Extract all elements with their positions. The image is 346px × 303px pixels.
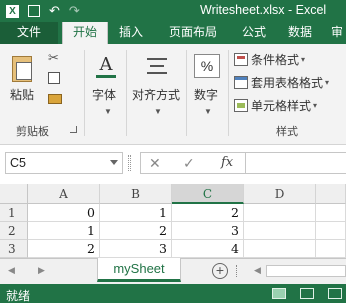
cell-d2[interactable] (244, 222, 316, 240)
row-header-1[interactable]: 1 (0, 204, 28, 222)
tab-formulas[interactable]: 公式 (236, 22, 272, 44)
column-header-b[interactable]: B (100, 184, 172, 204)
format-painter-icon[interactable] (48, 94, 62, 104)
paste-button[interactable]: 粘贴 (6, 52, 40, 102)
page-break-view-icon[interactable] (328, 288, 342, 299)
number-label: 数字 (194, 88, 219, 102)
ribbon-separator (84, 50, 85, 136)
alignment-button[interactable]: 对齐方式 ▼ (130, 52, 184, 116)
cell-b1[interactable]: 1 (100, 204, 172, 222)
ribbon-tab-bar: 文件 开始 插入 页面布局 公式 数据 审 (0, 22, 346, 45)
page-layout-view-icon[interactable] (300, 288, 314, 299)
column-header-e[interactable] (316, 184, 346, 204)
cell-c2[interactable]: 3 (172, 222, 244, 240)
undo-icon[interactable]: ↶ (49, 3, 60, 19)
normal-view-icon[interactable] (272, 288, 286, 299)
name-box-value: C5 (10, 156, 26, 170)
column-header-a[interactable]: A (28, 184, 100, 204)
column-header-c[interactable]: C (172, 184, 244, 204)
select-all-corner[interactable] (0, 184, 28, 204)
ribbon: 粘贴 ✂ 剪贴板 A 字体 ▼ 对齐方式 ▼ % 数字 ▼ 条件格式 ▾ 套用表格格式… (0, 44, 346, 145)
quick-access-toolbar: X ↶ ↷ (6, 0, 89, 22)
cut-icon[interactable]: ✂ (48, 50, 59, 66)
insert-function-icon[interactable]: fx (221, 155, 233, 170)
status-bar: 就绪 (0, 284, 346, 303)
name-box[interactable]: C5 (5, 152, 123, 174)
alignment-label: 对齐方式 (132, 88, 181, 102)
ribbon-separator (126, 50, 127, 136)
dialog-launcher-icon[interactable] (70, 126, 77, 133)
ribbon-separator (228, 50, 229, 136)
cell-d1[interactable] (244, 204, 316, 222)
ribbon-separator (186, 50, 187, 136)
cell-a1[interactable]: 0 (28, 204, 100, 222)
paste-label: 粘贴 (10, 88, 35, 102)
cell-b2[interactable]: 2 (100, 222, 172, 240)
chevron-down-icon[interactable] (110, 160, 118, 165)
window-title: Writesheet.xlsx - Excel (200, 3, 327, 17)
cell-b3[interactable]: 3 (100, 240, 172, 258)
tab-split-handle[interactable] (236, 265, 238, 277)
formula-area: ✕ ✓ fx (140, 152, 346, 174)
clipboard-group-label: 剪贴板 (16, 126, 49, 138)
font-button[interactable]: A 字体 ▼ (90, 52, 120, 116)
scroll-left-icon[interactable]: ◀ (254, 265, 261, 276)
formula-input[interactable] (249, 156, 345, 170)
cell-e3[interactable] (316, 240, 346, 258)
cell-d3[interactable] (244, 240, 316, 258)
percent-icon: % (194, 54, 220, 78)
tab-page-layout[interactable]: 页面布局 (162, 22, 224, 44)
format-as-table-label: 套用表格格式 (251, 75, 324, 90)
cell-e2[interactable] (316, 222, 346, 240)
number-button[interactable]: % 数字 ▼ (190, 52, 224, 116)
horizontal-scrollbar[interactable] (266, 265, 346, 277)
save-icon[interactable] (28, 5, 40, 17)
enter-icon[interactable]: ✓ (183, 155, 195, 172)
title-bar: X ↶ ↷ Writesheet.xlsx - Excel (0, 0, 346, 22)
table-icon (234, 75, 248, 89)
column-header-d[interactable]: D (244, 184, 316, 204)
cell-c3[interactable]: 4 (172, 240, 244, 258)
worksheet-grid: A B C D 1 0 1 2 2 1 2 3 3 2 3 4 (0, 184, 346, 258)
format-as-table-button[interactable]: 套用表格格式 ▾ (234, 73, 329, 91)
row-header-2[interactable]: 2 (0, 222, 28, 240)
cell-c1[interactable]: 2 (172, 204, 244, 222)
cell-a2[interactable]: 1 (28, 222, 100, 240)
excel-icon: X (6, 4, 19, 18)
copy-icon[interactable] (48, 72, 60, 84)
redo-icon[interactable]: ↷ (69, 3, 80, 19)
font-icon: A (96, 54, 116, 78)
tab-data[interactable]: 数据 (282, 22, 318, 44)
add-sheet-icon[interactable]: + (212, 263, 228, 279)
sheet-tab-bar: ◀ ▶ mySheet + ◀ (0, 258, 346, 284)
cell-styles-label: 单元格样式 (251, 98, 312, 113)
conditional-formatting-icon (234, 52, 248, 66)
row-header-3[interactable]: 3 (0, 240, 28, 258)
tab-file[interactable]: 文件 (0, 22, 58, 44)
cell-e1[interactable] (316, 204, 346, 222)
cell-a3[interactable]: 2 (28, 240, 100, 258)
styles-group-label: 样式 (276, 126, 298, 138)
font-label: 字体 (92, 88, 117, 102)
cell-styles-button[interactable]: 单元格样式 ▾ (234, 96, 317, 114)
cell-styles-icon (234, 98, 248, 112)
conditional-formatting-label: 条件格式 (251, 52, 300, 67)
chevron-right-icon[interactable]: ▶ (38, 265, 45, 276)
tab-more[interactable]: 审 (328, 22, 346, 44)
tab-insert[interactable]: 插入 (112, 22, 150, 44)
sheet-tab-mysheet[interactable]: mySheet (97, 258, 181, 282)
status-text: 就绪 (6, 289, 31, 303)
chevron-left-icon[interactable]: ◀ (8, 265, 15, 276)
conditional-formatting-button[interactable]: 条件格式 ▾ (234, 50, 305, 68)
cancel-icon[interactable]: ✕ (149, 155, 161, 172)
formula-bar-grip[interactable] (128, 155, 131, 171)
tab-home[interactable]: 开始 (62, 22, 108, 45)
